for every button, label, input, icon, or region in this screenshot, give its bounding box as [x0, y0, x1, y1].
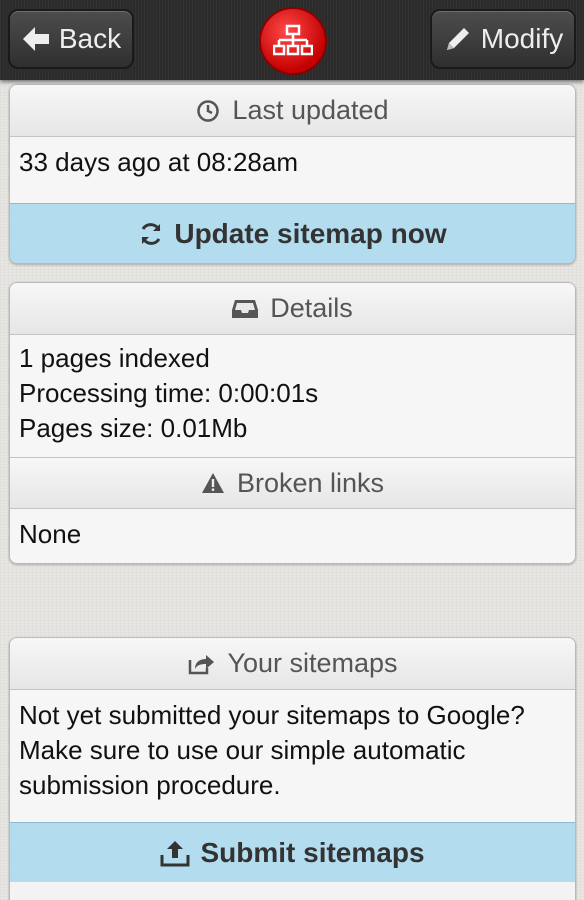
pencil-icon: [446, 28, 469, 50]
submit-sitemaps-button[interactable]: Submit sitemaps: [10, 822, 575, 882]
your-sitemaps-body: Not yet submitted your sitemaps to Googl…: [10, 690, 575, 822]
details-card: Details 1 pages indexed Processing time:…: [9, 282, 576, 564]
your-sitemaps-text: Not yet submitted your sitemaps to Googl…: [19, 700, 525, 800]
back-button[interactable]: Back: [8, 9, 134, 69]
pages-indexed-text: 1 pages indexed: [19, 343, 210, 373]
your-sitemaps-header: Your sitemaps: [10, 638, 575, 690]
your-sitemaps-card: Your sitemaps Not yet submitted your sit…: [9, 637, 576, 900]
last-updated-value-row: 33 days ago at 08:28am: [10, 137, 575, 203]
broken-links-title: Broken links: [236, 467, 385, 498]
details-title: Details: [270, 293, 353, 323]
last-updated-header: Last updated: [10, 85, 575, 137]
broken-links-value: None: [19, 519, 82, 549]
last-updated-value: 33 days ago at 08:28am: [19, 147, 298, 177]
top-bar: Back Modify: [0, 0, 584, 80]
share-icon: [189, 654, 215, 674]
pages-size-text: Pages size: 0.01Mb: [19, 413, 248, 443]
inbox-icon: [232, 299, 259, 318]
sitemap-icon: [273, 24, 313, 56]
last-updated-card: Last updated 33 days ago at 08:28am Upda…: [9, 84, 576, 264]
processing-time-text: Processing time: 0:00:01s: [19, 378, 319, 408]
warning-icon: [201, 473, 224, 493]
clock-icon: [197, 99, 220, 122]
arrow-left-icon: [22, 27, 49, 51]
upload-icon: [160, 840, 190, 866]
modify-button[interactable]: Modify: [430, 9, 576, 69]
broken-links-body: None: [10, 509, 575, 563]
update-sitemap-button[interactable]: Update sitemap now: [10, 203, 575, 263]
broken-links-header: Broken links: [10, 457, 575, 509]
back-button-label: Back: [58, 23, 122, 54]
details-header: Details: [10, 283, 575, 335]
sitemap-logo: [261, 9, 325, 73]
modify-button-label: Modify: [480, 23, 564, 54]
your-sitemaps-title: Your sitemaps: [227, 648, 398, 678]
refresh-icon: [141, 222, 161, 245]
submit-sitemaps-label: Submit sitemaps: [200, 836, 425, 868]
update-sitemap-label: Update sitemap now: [174, 217, 447, 249]
last-updated-title: Last updated: [232, 95, 389, 125]
details-body: 1 pages indexed Processing time: 0:00:01…: [10, 335, 575, 457]
